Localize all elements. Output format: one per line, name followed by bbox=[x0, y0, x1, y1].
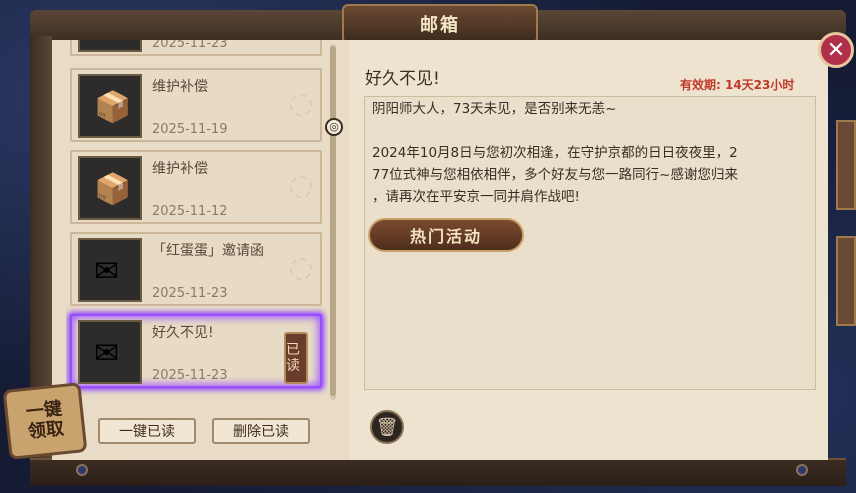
parcel-icon: 📦 bbox=[78, 74, 142, 138]
side-tab[interactable] bbox=[836, 236, 856, 326]
side-tab[interactable] bbox=[836, 120, 856, 210]
mail-title: 好久不见! bbox=[152, 325, 214, 341]
collect-all-label: 一键 领取 bbox=[24, 398, 65, 443]
mail-body: 阴阳师大人，73天未见，是否别来无恙~ 2024年10月8日与您初次相逢，在守护… bbox=[372, 101, 738, 205]
mail-subject: 好久不见! bbox=[365, 69, 440, 89]
mail-title: 维护补偿 bbox=[152, 161, 208, 177]
seal-icon bbox=[290, 94, 312, 116]
mail-item-selected[interactable]: ✉ 好久不见! 2025-11-23 已读 bbox=[70, 314, 322, 388]
mail-item[interactable]: 📦 维护补偿 2025-11-19 bbox=[70, 68, 322, 142]
mail-date: 2025-11-12 bbox=[152, 204, 228, 219]
parcel-icon bbox=[78, 40, 142, 52]
mail-title: 「红蛋蛋」邀请函 bbox=[152, 243, 264, 259]
scrollbar-thumb[interactable] bbox=[330, 46, 336, 396]
close-icon[interactable]: ✕ bbox=[818, 32, 854, 68]
read-status-tag: 已读 bbox=[284, 332, 308, 384]
mail-date: 2025-11-23 bbox=[152, 286, 228, 301]
mail-item[interactable]: 📦 维护补偿 2025-11-12 bbox=[70, 150, 322, 224]
window-title: 邮箱 bbox=[342, 4, 538, 44]
delete-read-button[interactable]: 删除已读 bbox=[212, 418, 310, 444]
validity-text: 有效期: 14天23小时 bbox=[680, 78, 795, 92]
frame-bottom bbox=[30, 458, 846, 486]
mail-date: 2025-11-23 bbox=[152, 368, 228, 383]
letter-icon: ✉ bbox=[78, 320, 142, 384]
swirl-icon: ◎ bbox=[325, 118, 343, 136]
mail-title: 维护补偿 bbox=[152, 79, 208, 95]
corner-ornament bbox=[76, 464, 88, 476]
seal-icon bbox=[290, 258, 312, 280]
collect-all-button[interactable]: 一键 领取 bbox=[2, 382, 88, 460]
read-status-label: 已读 bbox=[286, 342, 300, 374]
trash-icon[interactable]: 🗑 bbox=[370, 410, 404, 444]
corner-ornament bbox=[796, 464, 808, 476]
mail-date: 2025-11-19 bbox=[152, 122, 228, 137]
seal-icon bbox=[290, 176, 312, 198]
mail-item[interactable]: ✉ 「红蛋蛋」邀请函 2025-11-23 bbox=[70, 232, 322, 306]
parcel-icon: 📦 bbox=[78, 156, 142, 220]
mail-item[interactable]: 2025-11-23 bbox=[70, 40, 322, 56]
mail-list[interactable]: 2025-11-23 📦 维护补偿 2025-11-19 📦 维护补偿 2025… bbox=[66, 40, 328, 400]
read-all-button[interactable]: 一键已读 bbox=[98, 418, 196, 444]
envelope-icon: ✉ bbox=[78, 238, 142, 302]
hot-events-button[interactable]: 热门活动 bbox=[368, 218, 524, 252]
mail-date: 2025-11-23 bbox=[152, 40, 228, 51]
